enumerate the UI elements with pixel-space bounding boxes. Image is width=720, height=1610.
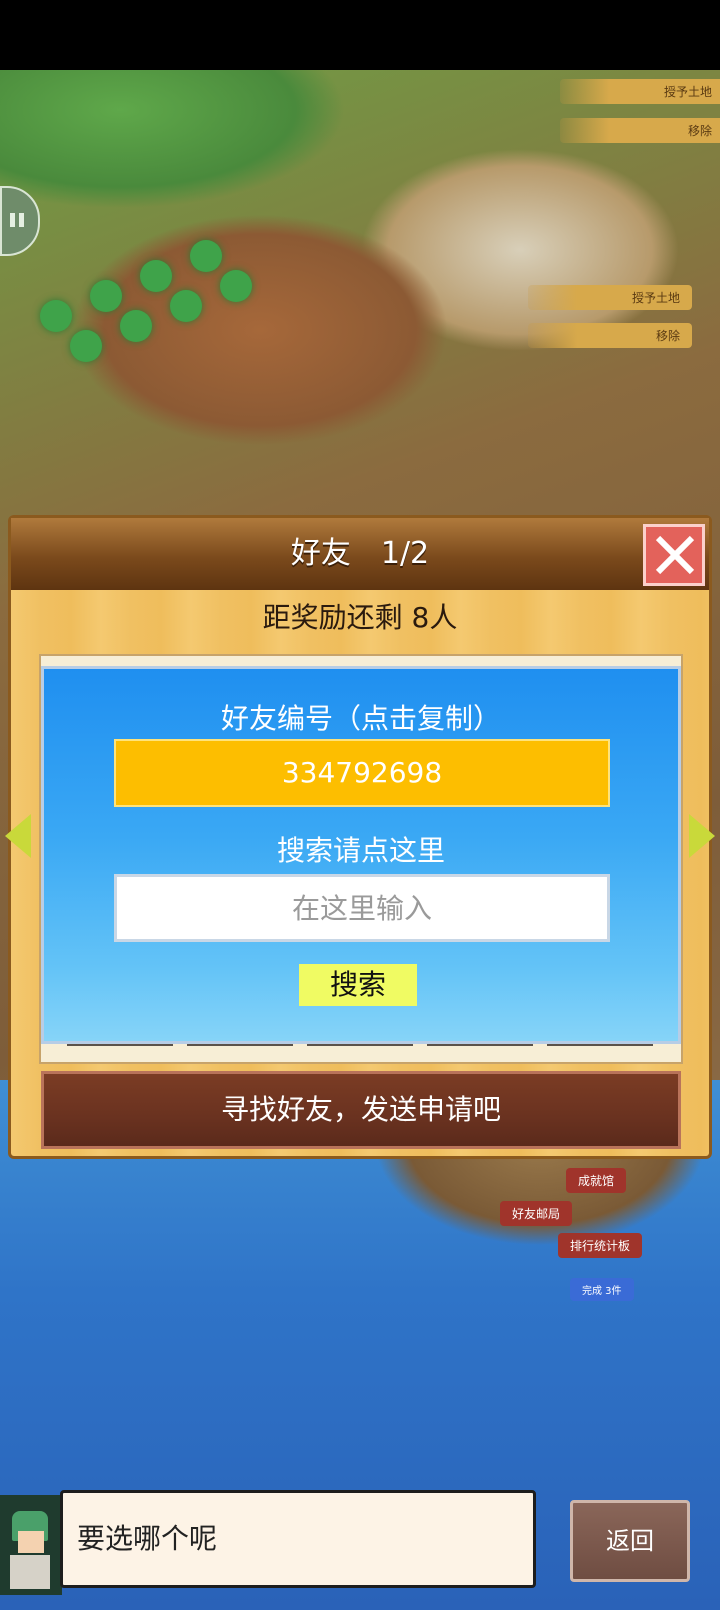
speech-text: 要选哪个呢 — [77, 1522, 218, 1555]
friend-search-input[interactable] — [114, 874, 610, 942]
character-avatar — [0, 1495, 62, 1595]
achievement-hall-label[interactable]: 成就馆 — [566, 1168, 627, 1193]
remove-button[interactable]: 移除 — [560, 118, 720, 143]
crop-tree — [190, 240, 222, 272]
status-bar — [0, 0, 720, 70]
close-button[interactable] — [643, 524, 705, 586]
search-label: 搜索请点这里 — [276, 834, 445, 867]
crop-tree — [40, 300, 72, 332]
avatar-face — [18, 1531, 44, 1553]
back-button[interactable]: 返回 — [570, 1500, 690, 1582]
friends-dialog: 好友 1/2 距奖励还剩 8人 好友编号（点击复制） 334792698 搜索请… — [5, 515, 715, 1159]
friend-id-value[interactable]: 334792698 — [114, 739, 610, 807]
crop-tree — [90, 280, 122, 312]
complete-badge: 完成 3件 — [570, 1278, 634, 1301]
crop-tree — [170, 290, 202, 322]
friend-post-office-label[interactable]: 好友邮局 — [500, 1201, 573, 1226]
prev-page-arrow-icon[interactable] — [5, 814, 31, 858]
friend-id-label[interactable]: 好友编号（点击复制） — [44, 697, 678, 737]
crop-tree — [140, 260, 172, 292]
grant-land-button[interactable]: 授予土地 — [560, 79, 720, 104]
reward-remaining-text: 距奖励还剩 8人 — [262, 601, 458, 634]
find-friends-button[interactable]: 寻找好友，发送申请吧 — [41, 1071, 681, 1149]
grant-land-button-2[interactable]: 授予土地 — [528, 285, 692, 310]
avatar-body — [10, 1555, 50, 1589]
dialog-title: 好友 1/2 — [290, 536, 430, 571]
crop-tree — [220, 270, 252, 302]
crop-tree — [120, 310, 152, 342]
remove-button-2[interactable]: 移除 — [528, 323, 692, 348]
search-button[interactable]: 搜索 — [299, 964, 417, 1006]
next-page-arrow-icon[interactable] — [689, 814, 715, 858]
speech-bubble: 要选哪个呢 — [60, 1490, 536, 1588]
ranking-board-label[interactable]: 排行统计板 — [558, 1233, 643, 1258]
crop-tree — [70, 330, 102, 362]
friend-id-panel: 好友编号（点击复制） 334792698 搜索请点这里 搜索 — [41, 666, 681, 1044]
